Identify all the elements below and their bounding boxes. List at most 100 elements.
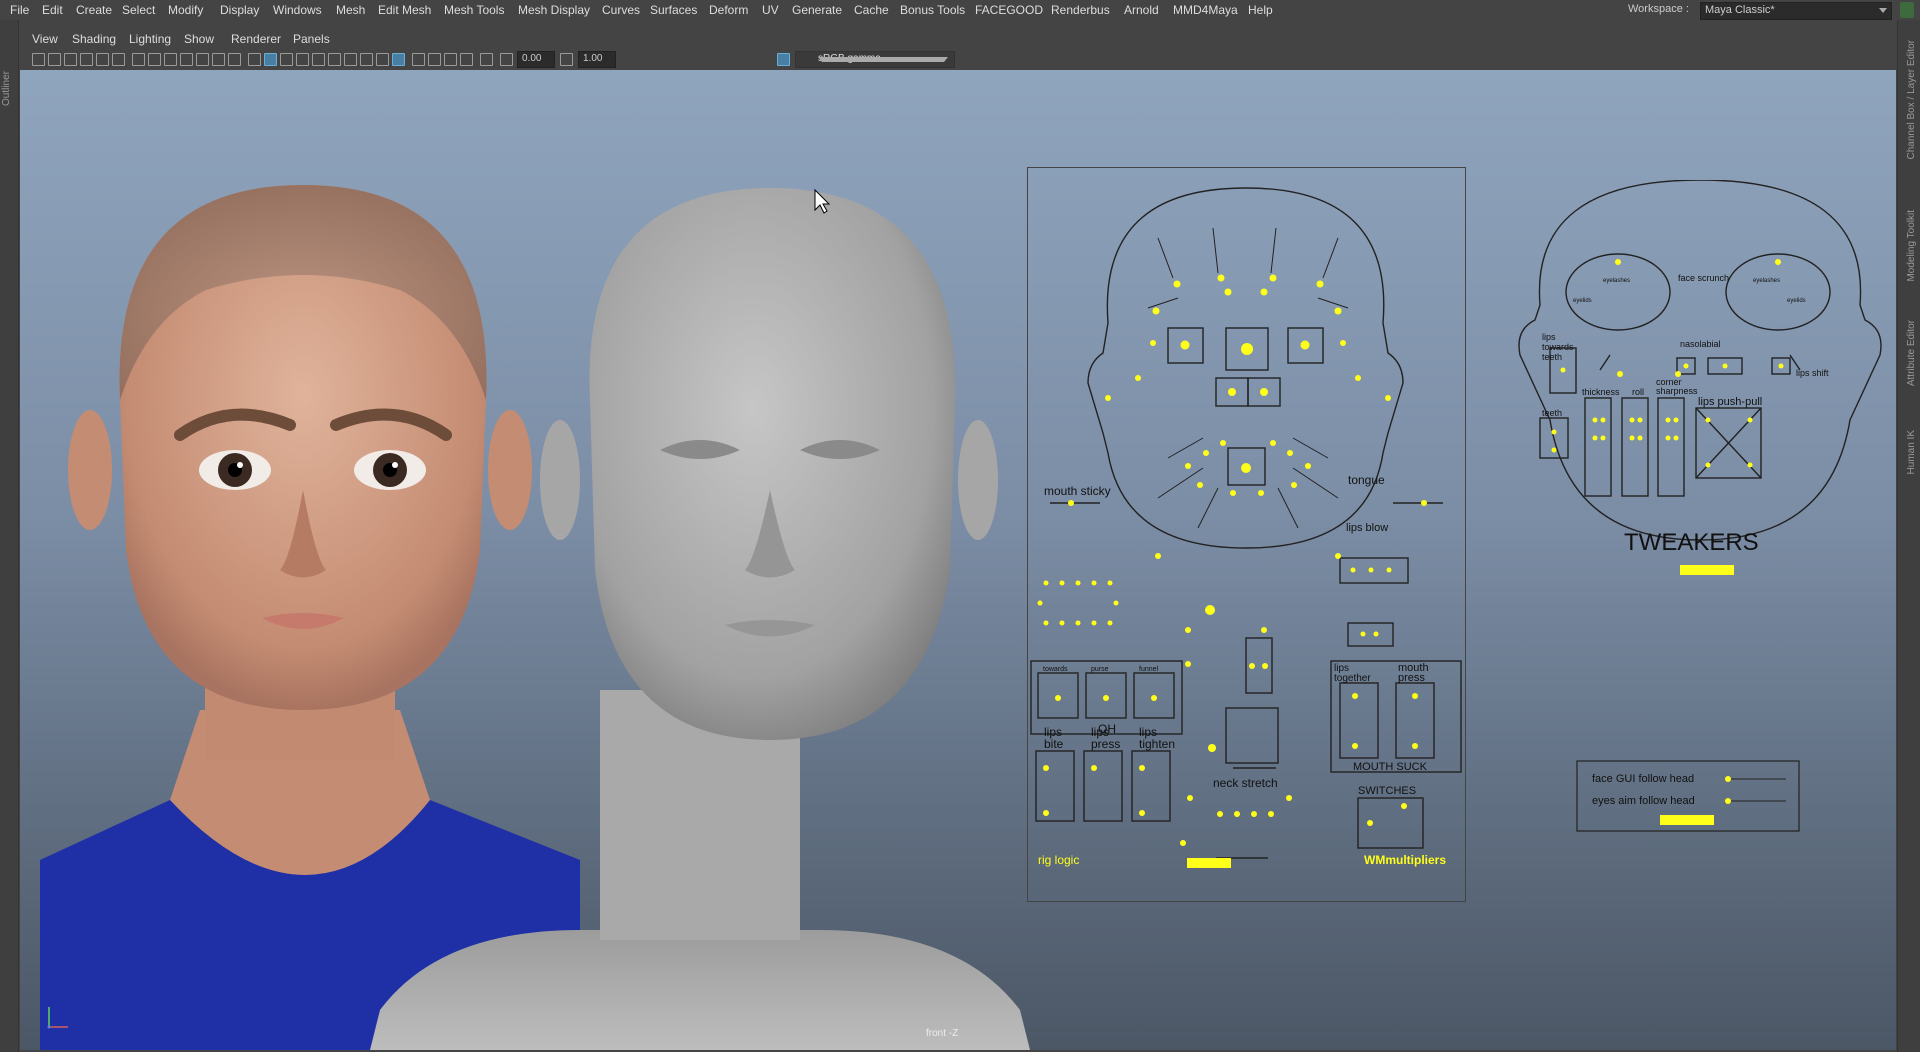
tweakers-panel[interactable]: face scrunch eyelashes eyelashes eyelids…: [1510, 180, 1890, 700]
label-neck-stretch: neck stretch: [1213, 776, 1278, 790]
use-lights-icon[interactable]: [312, 53, 325, 66]
gamma-field[interactable]: 1.00: [578, 51, 616, 68]
label-eyelids-right: eyelids: [1787, 298, 1806, 304]
menu-file[interactable]: File: [10, 3, 29, 17]
smooth-shade-icon[interactable]: [264, 53, 277, 66]
camera-attributes-icon[interactable]: [48, 53, 61, 66]
xray-components-icon[interactable]: [460, 53, 473, 66]
gate-mask-icon[interactable]: [180, 53, 193, 66]
panel-menu-shading[interactable]: Shading: [72, 32, 116, 46]
label-lips-towards-teeth-2: towards: [1542, 342, 1574, 352]
label-lips-press-line2: press: [1091, 737, 1120, 751]
label-lips-towards-teeth-3: teeth: [1542, 352, 1562, 362]
menu-deform[interactable]: Deform: [709, 3, 748, 17]
workspace-dropdown[interactable]: Maya Classic*: [1700, 2, 1892, 20]
label-lips-shift: lips shift: [1796, 368, 1829, 378]
film-gate-icon[interactable]: [148, 53, 161, 66]
menu-select[interactable]: Select: [122, 3, 155, 17]
textured-head-model[interactable]: [40, 185, 580, 1050]
label-eyelashes-right: eyelashes: [1753, 278, 1780, 284]
tab-human-ik[interactable]: Human IK: [1906, 430, 1917, 474]
wireframe-icon[interactable]: [248, 53, 261, 66]
motion-blur-icon[interactable]: [360, 53, 373, 66]
lock-icon[interactable]: [1900, 2, 1914, 18]
main-menubar: File Edit Create Select Modify Display W…: [0, 0, 1920, 20]
menu-display[interactable]: Display: [220, 3, 259, 17]
grid-icon[interactable]: [132, 53, 145, 66]
label-funnel: funnel: [1139, 666, 1159, 673]
label-lips-push-pull: lips push-pull: [1698, 396, 1762, 408]
menu-mmd4maya[interactable]: MMD4Maya: [1173, 3, 1238, 17]
textured-icon[interactable]: [296, 53, 309, 66]
menu-create[interactable]: Create: [76, 3, 112, 17]
label-corner-sharpness-2: sharpness: [1656, 386, 1698, 396]
label-towards: towards: [1043, 666, 1068, 673]
menu-uv[interactable]: UV: [762, 3, 779, 17]
panel-menu-lighting[interactable]: Lighting: [129, 32, 171, 46]
menu-facegood[interactable]: FACEGOOD: [975, 3, 1043, 17]
menu-surfaces[interactable]: Surfaces: [650, 3, 697, 17]
follow-head-panel[interactable]: face GUI follow head eyes aim follow hea…: [1576, 760, 1802, 832]
menu-bonus-tools[interactable]: Bonus Tools: [900, 3, 965, 17]
panel-menu-renderer[interactable]: Renderer: [231, 32, 281, 46]
outliner-sidebar[interactable]: Outliner: [0, 20, 19, 1052]
view-axis-icon: [47, 1007, 68, 1029]
panel-toolbar: 0.00 1.00 sRGB gamma: [20, 49, 1896, 69]
menu-modify[interactable]: Modify: [168, 3, 203, 17]
tab-modeling-toolkit[interactable]: Modeling Toolkit: [1906, 210, 1917, 282]
menu-mesh-tools[interactable]: Mesh Tools: [444, 3, 504, 17]
panel-menu-show[interactable]: Show: [184, 32, 214, 46]
menu-curves[interactable]: Curves: [602, 3, 640, 17]
wireframe-on-shaded-icon[interactable]: [280, 53, 293, 66]
follow-panel-handle[interactable]: [1660, 815, 1714, 825]
pan-zoom-icon[interactable]: [112, 53, 125, 66]
right-dock-tabs: Channel Box / Layer Editor Modeling Tool…: [1897, 20, 1920, 1052]
view-transform-dropdown[interactable]: sRGB gamma: [795, 51, 955, 68]
xray-icon[interactable]: [428, 53, 441, 66]
label-eyes-aim-follow-head: eyes aim follow head: [1592, 795, 1695, 807]
menu-mesh-display[interactable]: Mesh Display: [518, 3, 590, 17]
panel-menu-panels[interactable]: Panels: [293, 32, 330, 46]
menu-help[interactable]: Help: [1248, 3, 1273, 17]
menu-edit-mesh[interactable]: Edit Mesh: [378, 3, 431, 17]
gamma-icon[interactable]: [560, 53, 573, 66]
safe-title-icon[interactable]: [228, 53, 241, 66]
color-management-icon[interactable]: [777, 53, 790, 66]
safe-action-icon[interactable]: [212, 53, 225, 66]
label-wm-multipliers[interactable]: WMmultipliers: [1364, 853, 1446, 867]
label-rig-logic[interactable]: rig logic: [1038, 853, 1079, 867]
exposure-icon[interactable]: [500, 53, 513, 66]
image-plane-icon[interactable]: [80, 53, 93, 66]
label-nasolabial: nasolabial: [1680, 339, 1721, 349]
isolate-select-icon[interactable]: [412, 53, 425, 66]
tab-channel-box[interactable]: Channel Box / Layer Editor: [1906, 40, 1917, 160]
facial-rig-gui-panel[interactable]: mouth sticky tongue lips blow towards pu…: [1027, 167, 1466, 902]
camera-select-icon[interactable]: [32, 53, 45, 66]
exposure-field[interactable]: 0.00: [517, 51, 555, 68]
menu-windows[interactable]: Windows: [273, 3, 322, 17]
menu-renderbus[interactable]: Renderbus: [1051, 3, 1110, 17]
menu-cache[interactable]: Cache: [854, 3, 889, 17]
viewport-3d[interactable]: mouth sticky tongue lips blow towards pu…: [20, 70, 1896, 1050]
depth-of-field-icon[interactable]: [392, 53, 405, 66]
shadows-icon[interactable]: [328, 53, 341, 66]
anti-aliasing-icon[interactable]: [376, 53, 389, 66]
bookmark-icon[interactable]: [64, 53, 77, 66]
backface-culling-icon[interactable]: [480, 53, 493, 66]
field-chart-icon[interactable]: [196, 53, 209, 66]
label-tongue: tongue: [1348, 473, 1385, 487]
resolution-gate-icon[interactable]: [164, 53, 177, 66]
menu-mesh[interactable]: Mesh: [336, 3, 365, 17]
menu-arnold[interactable]: Arnold: [1124, 3, 1159, 17]
label-lips-tighten-line2: tighten: [1139, 737, 1175, 751]
face-gui-follow-slider-handle[interactable]: [1725, 776, 1731, 782]
tab-attribute-editor[interactable]: Attribute Editor: [1906, 320, 1917, 386]
outliner-tab[interactable]: Outliner: [1, 71, 12, 106]
panel-menu-view[interactable]: View: [32, 32, 58, 46]
menu-generate[interactable]: Generate: [792, 3, 842, 17]
screen-space-ao-icon[interactable]: [344, 53, 357, 66]
xray-joints-icon[interactable]: [444, 53, 457, 66]
grease-pencil-icon[interactable]: [96, 53, 109, 66]
menu-edit[interactable]: Edit: [42, 3, 63, 17]
eyes-aim-follow-slider-handle[interactable]: [1725, 798, 1731, 804]
